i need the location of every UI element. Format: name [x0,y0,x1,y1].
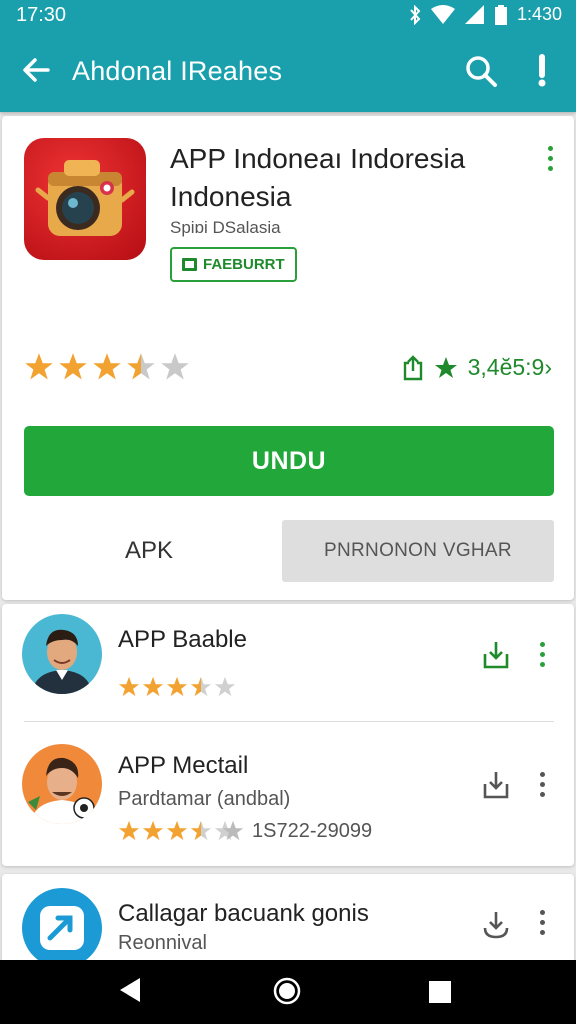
overflow-menu-icon[interactable] [545,146,555,171]
badge-label: FAEBURRT [203,256,285,273]
list-item-subtitle: Pardtamar (andbal) [118,788,291,810]
system-nav-bar [0,960,576,1024]
app-rating-stars [24,352,194,382]
status-clock-right: 1:430 [516,4,562,24]
app-toolbar: Ahdonal IReahes [0,30,576,112]
rating-star-icon [214,676,236,697]
editor-badge: FAEBURRT [170,247,297,282]
wifi-icon [430,4,455,24]
list-item[interactable]: APP Baable [2,604,574,724]
rating-star-icon [25,353,53,380]
status-time: 17:30 [16,4,67,26]
bluetooth-icon [410,4,421,25]
rating-star-icon [190,676,212,697]
list-item-rating [118,820,238,842]
list-item-title: APP Baable [118,626,247,653]
rating-star-icon [142,676,164,697]
signal-icon [464,4,484,24]
battery-icon [494,4,507,25]
check-icon [40,906,84,950]
secondary-button[interactable]: PNRNONON VGHAR [282,520,554,582]
rating-star-icon [118,676,140,697]
rating-star-icon [161,353,189,380]
bottom-app-menu-icon[interactable] [537,910,547,935]
badge-icon [182,258,197,271]
avatar [22,744,102,824]
download-icon[interactable] [482,770,510,800]
nav-recents-icon[interactable] [428,980,452,1004]
nav-home-icon[interactable] [272,976,302,1006]
status-bar: 17:30 1:430 [0,0,576,30]
rating-count: 3,4ĕ5:9› [467,354,552,380]
toolbar-title: Ahdonal IReahes [72,56,283,86]
list-item-menu-icon[interactable] [537,772,547,797]
star-icon [434,356,457,378]
share-icon [403,354,422,380]
install-button[interactable]: UNDU [24,426,554,496]
rating-star-icon [127,353,155,380]
divider [24,721,554,722]
app-detail-card: APP Indoneaı Indoresia Indonesia Spiɒi D… [2,116,574,600]
rating-summary[interactable]: 3,4ĕ5:9› [402,354,552,381]
back-arrow-icon[interactable] [20,54,52,86]
list-item-title: APP Mectail [118,752,249,779]
bottom-app-icon [22,888,102,968]
app-title: APP Indoneaı Indoresia Indonesia [170,143,466,212]
rating-star-icon [142,820,164,841]
rating-star-icon [93,353,121,380]
alert-icon[interactable] [528,54,556,88]
app-developer[interactable]: Spiɒi DSalasia [170,218,281,238]
star-outline-icon [222,820,244,841]
rating-star-icon [166,676,188,697]
app-icon [24,138,146,260]
rating-star-icon [190,820,212,841]
rating-star-icon [118,820,140,841]
related-apps-card: APP Baable APP Mectail Pardtamar (andbal… [2,604,574,866]
camera-icon [35,160,135,236]
bottom-app-title: Callagar bacuank gonis [118,900,369,927]
nav-back-icon[interactable] [118,976,142,1004]
rating-star-icon [166,820,188,841]
apk-button[interactable]: APK [24,520,274,582]
search-icon[interactable] [464,54,498,88]
avatar [22,614,102,694]
download-icon[interactable] [482,910,510,940]
download-icon[interactable] [482,640,510,670]
list-item[interactable]: APP Mectail Pardtamar (andbal) 1S722-290… [2,734,574,854]
list-item-meta: 1S722-29099 [252,820,373,842]
bottom-app-subtitle: Reonnival [118,932,207,954]
rating-star-icon [59,353,87,380]
list-item-menu-icon[interactable] [537,642,547,667]
list-item-rating [118,676,238,698]
status-icons: 1:430 [409,4,562,25]
